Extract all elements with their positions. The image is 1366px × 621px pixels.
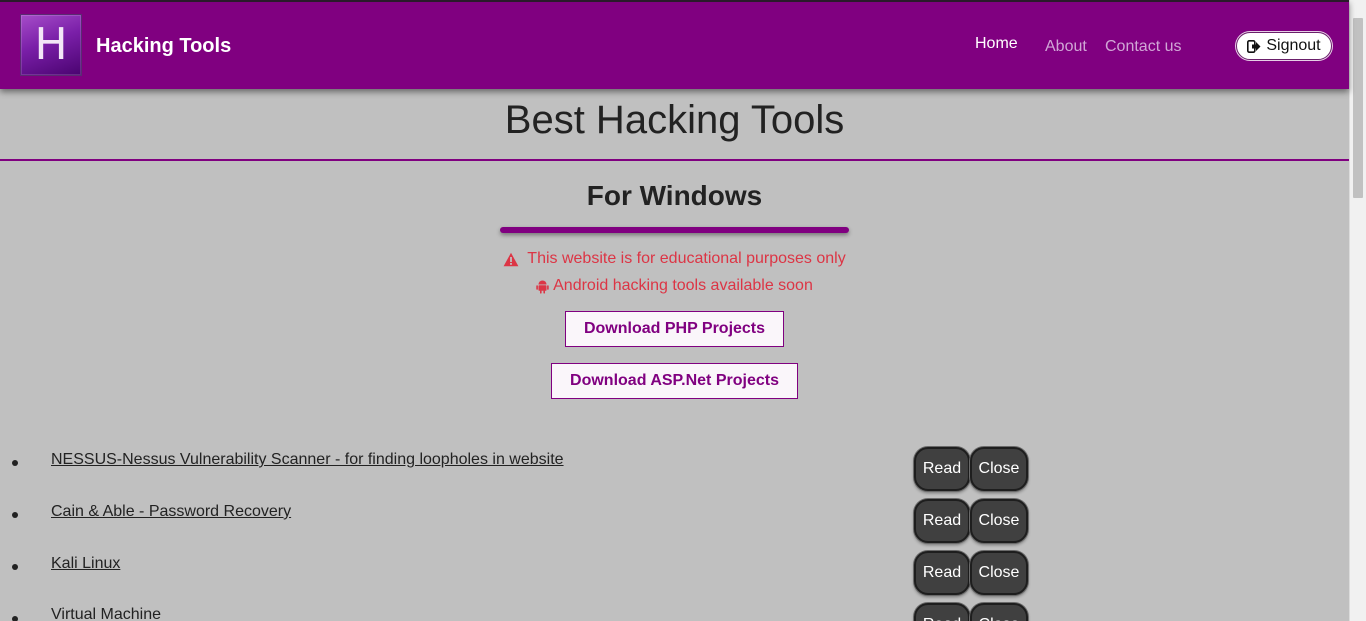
signout-button[interactable]: Signout	[1236, 32, 1332, 60]
scrollbar-thumb[interactable]	[1353, 18, 1363, 198]
read-button[interactable]: Read	[914, 603, 970, 621]
section-underline	[500, 227, 849, 233]
signout-icon	[1247, 39, 1261, 53]
list-bullet	[12, 564, 18, 570]
signout-label: Signout	[1266, 37, 1321, 54]
close-button[interactable]: Close	[970, 499, 1028, 543]
page-scrollbar[interactable]	[1349, 0, 1366, 621]
educational-notice: This website is for educational purposes…	[0, 250, 1349, 268]
tool-name[interactable]: Virtual Machine	[51, 606, 161, 621]
read-button[interactable]: Read	[914, 447, 970, 491]
tool-link[interactable]: NESSUS-Nessus Vulnerability Scanner - fo…	[51, 451, 564, 469]
brand-name[interactable]: Hacking Tools	[96, 35, 231, 58]
list-item: NESSUS-Nessus Vulnerability Scanner - fo…	[0, 446, 1349, 498]
download-aspnet-button[interactable]: Download ASP.Net Projects	[551, 363, 798, 399]
android-notice: Android hacking tools available soon	[0, 277, 1349, 295]
read-button[interactable]: Read	[914, 551, 970, 595]
close-button[interactable]: Close	[970, 603, 1028, 621]
list-item: Cain & Able - Password Recovery Read Clo…	[0, 498, 1349, 550]
android-notice-text: Android hacking tools available soon	[553, 277, 813, 294]
nav-link-contact[interactable]: Contact us	[1105, 38, 1181, 56]
close-button[interactable]: Close	[970, 447, 1028, 491]
list-bullet	[12, 460, 18, 466]
list-item: Kali Linux Read Close	[0, 550, 1349, 602]
read-button[interactable]: Read	[914, 499, 970, 543]
page-title: Best Hacking Tools	[504, 98, 845, 142]
android-icon	[536, 280, 549, 294]
title-divider	[0, 159, 1349, 161]
list-bullet	[12, 616, 18, 621]
list-item: Virtual Machine Read Close	[0, 602, 1349, 621]
tool-link[interactable]: Cain & Able - Password Recovery	[51, 503, 291, 521]
warning-icon	[503, 252, 519, 266]
tool-link[interactable]: Kali Linux	[51, 555, 120, 573]
logo-letter: H	[34, 19, 68, 70]
download-php-button[interactable]: Download PHP Projects	[565, 311, 784, 347]
educational-notice-text: This website is for educational purposes…	[527, 250, 846, 267]
nav-link-about[interactable]: About	[1045, 38, 1087, 56]
top-navbar: H Hacking Tools Home About Contact us Si…	[0, 0, 1349, 89]
section-title: For Windows	[586, 180, 763, 211]
site-logo[interactable]: H	[20, 14, 82, 76]
close-button[interactable]: Close	[970, 551, 1028, 595]
nav-link-home[interactable]: Home	[975, 35, 1018, 53]
list-bullet	[12, 512, 18, 518]
